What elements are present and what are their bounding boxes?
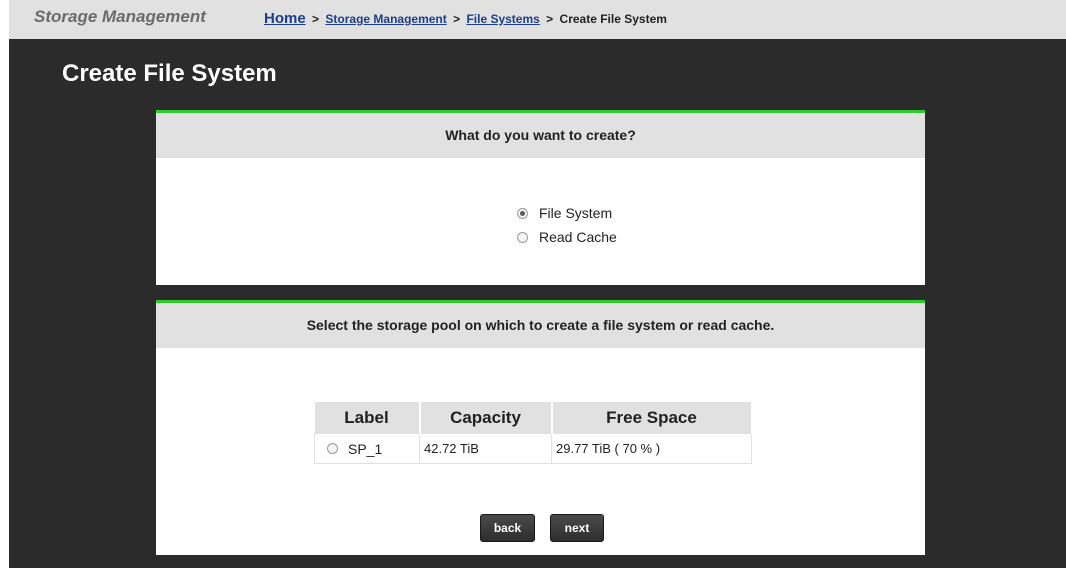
storage-pool-panel: Select the storage pool on which to crea… [156, 300, 925, 555]
file-system-radio[interactable] [517, 207, 528, 219]
pool-label: SP_1 [348, 440, 383, 457]
breadcrumb-separator: > [546, 12, 554, 26]
read-cache-radio[interactable] [517, 231, 528, 243]
breadcrumb-separator: > [453, 12, 461, 26]
option-file-system[interactable]: File System [517, 201, 617, 225]
page-title: Create File System [62, 60, 277, 87]
breadcrumb-file-systems-link[interactable]: File Systems [466, 12, 539, 26]
pool-label-cell[interactable]: SP_1 [314, 433, 420, 464]
app-brand: Storage Management [34, 7, 206, 26]
create-type-heading: What do you want to create? [156, 113, 925, 158]
next-button[interactable]: next [550, 514, 604, 542]
breadcrumb-home-link[interactable]: Home [264, 10, 306, 27]
pool-capacity: 42.72 TiB [419, 433, 552, 464]
breadcrumb-current: Create File System [559, 12, 667, 26]
breadcrumb: Home > Storage Management > File Systems… [264, 10, 667, 27]
read-cache-label: Read Cache [539, 229, 617, 245]
create-type-panel: What do you want to create? File System … [156, 110, 925, 285]
breadcrumb-separator: > [312, 12, 320, 26]
column-header-capacity: Capacity [419, 402, 553, 434]
column-header-label: Label [314, 402, 421, 434]
breadcrumb-storage-management-link[interactable]: Storage Management [325, 12, 446, 26]
file-system-label: File System [539, 205, 613, 221]
pool-select-radio[interactable] [327, 443, 338, 454]
storage-pool-heading: Select the storage pool on which to crea… [156, 303, 925, 348]
option-read-cache[interactable]: Read Cache [517, 225, 617, 249]
column-header-free-space: Free Space [551, 402, 753, 434]
storage-pool-table: Label Capacity Free Space SP_1 42.72 TiB… [314, 402, 753, 464]
table-row[interactable]: SP_1 42.72 TiB 29.77 TiB ( 70 % ) [314, 433, 752, 464]
back-button[interactable]: back [480, 514, 535, 542]
top-bar: Storage Management Home > Storage Manage… [9, 0, 1066, 39]
create-type-options: File System Read Cache [517, 201, 617, 249]
pool-free-space: 29.77 TiB ( 70 % ) [551, 433, 752, 464]
